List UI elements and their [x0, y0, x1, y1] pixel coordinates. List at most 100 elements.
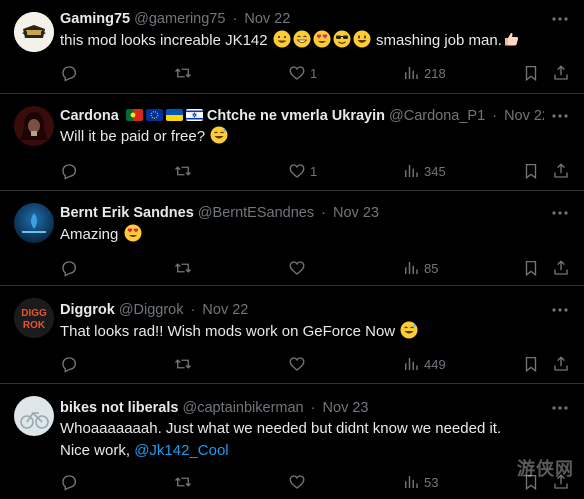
avatar-logo-text-bottom: ROK: [23, 320, 46, 331]
portugal-flag-icon: [125, 109, 143, 121]
more-options-icon[interactable]: [550, 300, 570, 320]
like-button[interactable]: [288, 472, 310, 492]
reply-button[interactable]: [60, 63, 82, 83]
more-options-icon[interactable]: [550, 398, 570, 418]
share-button[interactable]: [552, 354, 570, 374]
avatar[interactable]: [14, 12, 54, 52]
bookmark-button[interactable]: [522, 354, 540, 374]
separator-dot: ·: [190, 302, 196, 318]
share-icon: [552, 259, 570, 277]
views-chart-icon: [402, 259, 420, 277]
bookmark-icon: [522, 259, 540, 277]
tweet-header: Cardona Chtche ne vmerla Ukrayin @Cardon…: [60, 106, 544, 126]
reply-button[interactable]: [60, 354, 82, 374]
tweet-date[interactable]: Nov 22: [202, 302, 248, 318]
user-handle[interactable]: @captainbikerman: [183, 400, 304, 416]
israel-flag-icon: [185, 109, 203, 121]
views-button[interactable]: 345: [402, 161, 446, 181]
reply-icon: [60, 355, 78, 373]
views-button[interactable]: 85: [402, 258, 438, 278]
display-name[interactable]: Gaming75: [60, 11, 130, 27]
user-handle[interactable]: @BerntESandnes: [198, 205, 314, 221]
user-handle[interactable]: @Cardona_P1: [389, 108, 485, 124]
grinning-face-emoji-icon: [273, 30, 291, 48]
retweet-button[interactable]: [174, 258, 196, 278]
reply-icon: [60, 64, 78, 82]
retweet-button[interactable]: [174, 354, 196, 374]
tweet-header: Diggrok @Diggrok · Nov 22: [60, 300, 544, 320]
like-count: 1: [310, 163, 318, 179]
like-button[interactable]: 1: [288, 161, 317, 181]
reply-icon: [60, 473, 78, 491]
tweet-bernt[interactable]: Bernt Erik Sandnes @BerntESandnes · Nov …: [0, 191, 584, 286]
user-handle[interactable]: @Diggrok: [119, 302, 184, 318]
bookmark-icon: [522, 355, 540, 373]
share-button[interactable]: [552, 63, 570, 83]
views-button[interactable]: 449: [402, 354, 446, 374]
thumbs-up-emoji-icon: [503, 30, 521, 48]
display-name[interactable]: Diggrok: [60, 302, 115, 318]
tweet-date[interactable]: Nov 23: [323, 400, 369, 416]
separator-dot: ·: [310, 400, 316, 416]
like-button[interactable]: [288, 258, 310, 278]
tweet-actions: 85: [52, 258, 568, 278]
views-count: 449: [424, 356, 446, 372]
grin-emoji-icon: [293, 30, 311, 48]
display-name[interactable]: Cardona: [60, 108, 119, 124]
tweet-gaming75[interactable]: Gaming75 @gamering75 · Nov 22 this mod l…: [0, 0, 584, 94]
display-name[interactable]: bikes not liberals: [60, 400, 178, 416]
tweet-header: bikes not liberals @captainbikerman · No…: [60, 398, 544, 418]
retweet-button[interactable]: [174, 472, 196, 492]
retweet-icon: [174, 259, 192, 277]
tweet-date[interactable]: Nov 22: [244, 11, 290, 27]
more-options-icon[interactable]: [550, 203, 570, 223]
tweet-bikes-not-liberals[interactable]: bikes not liberals @captainbikerman · No…: [0, 384, 584, 499]
reply-button[interactable]: [60, 258, 82, 278]
bookmark-button[interactable]: [522, 161, 540, 181]
retweet-button[interactable]: [174, 63, 196, 83]
ukraine-flag-icon: [165, 109, 183, 121]
display-name-extra[interactable]: Chtche ne vmerla Ukrayin: [207, 108, 385, 124]
heart-icon: [288, 64, 306, 82]
bookmark-button[interactable]: [522, 63, 540, 83]
tweet-date[interactable]: Nov 23: [333, 205, 379, 221]
avatar[interactable]: [14, 106, 54, 146]
tweet-text: Amazing: [60, 224, 560, 246]
share-button[interactable]: [552, 161, 570, 181]
avatar[interactable]: [14, 396, 54, 436]
tweet-actions: 53: [52, 472, 568, 492]
tweet-diggrok[interactable]: DIGG ROK Diggrok @Diggrok · Nov 22 That …: [0, 286, 584, 384]
like-button[interactable]: [288, 354, 310, 374]
more-options-icon[interactable]: [550, 9, 570, 29]
tweet-cardona[interactable]: Cardona Chtche ne vmerla Ukrayin @Cardon…: [0, 94, 584, 191]
more-options-icon[interactable]: [550, 106, 570, 126]
display-name[interactable]: Bernt Erik Sandnes: [60, 205, 194, 221]
tweet-date[interactable]: Nov 22: [504, 108, 544, 124]
like-button[interactable]: 1: [288, 63, 317, 83]
tweet-text-end: smashing job man.: [375, 32, 502, 49]
reply-button[interactable]: [60, 161, 82, 181]
avatar[interactable]: [14, 203, 54, 243]
tweet-text-line1: Whoaaaaaaah. Just what we needed but did…: [60, 420, 502, 437]
retweet-icon: [174, 64, 192, 82]
tweet-text: Whoaaaaaaah. Just what we needed but did…: [60, 418, 560, 462]
heart-icon: [288, 162, 306, 180]
retweet-button[interactable]: [174, 161, 196, 181]
bookmark-icon: [522, 64, 540, 82]
user-mention-link[interactable]: @Jk142_Cool: [134, 442, 228, 459]
avatar[interactable]: DIGG ROK: [14, 298, 54, 338]
avatar-logo-text-top: DIGG: [21, 308, 47, 319]
heart-icon: [288, 473, 306, 491]
tweet-header: Bernt Erik Sandnes @BerntESandnes · Nov …: [60, 203, 544, 223]
sunglasses-emoji-icon: [333, 30, 351, 48]
reply-button[interactable]: [60, 472, 82, 492]
views-button[interactable]: 218: [402, 63, 446, 83]
share-button[interactable]: [552, 258, 570, 278]
separator-dot: ·: [232, 11, 238, 27]
bookmark-button[interactable]: [522, 258, 540, 278]
share-icon: [552, 355, 570, 373]
user-handle[interactable]: @gamering75: [134, 11, 225, 27]
retweet-icon: [174, 162, 192, 180]
reply-icon: [60, 162, 78, 180]
views-button[interactable]: 53: [402, 472, 438, 492]
